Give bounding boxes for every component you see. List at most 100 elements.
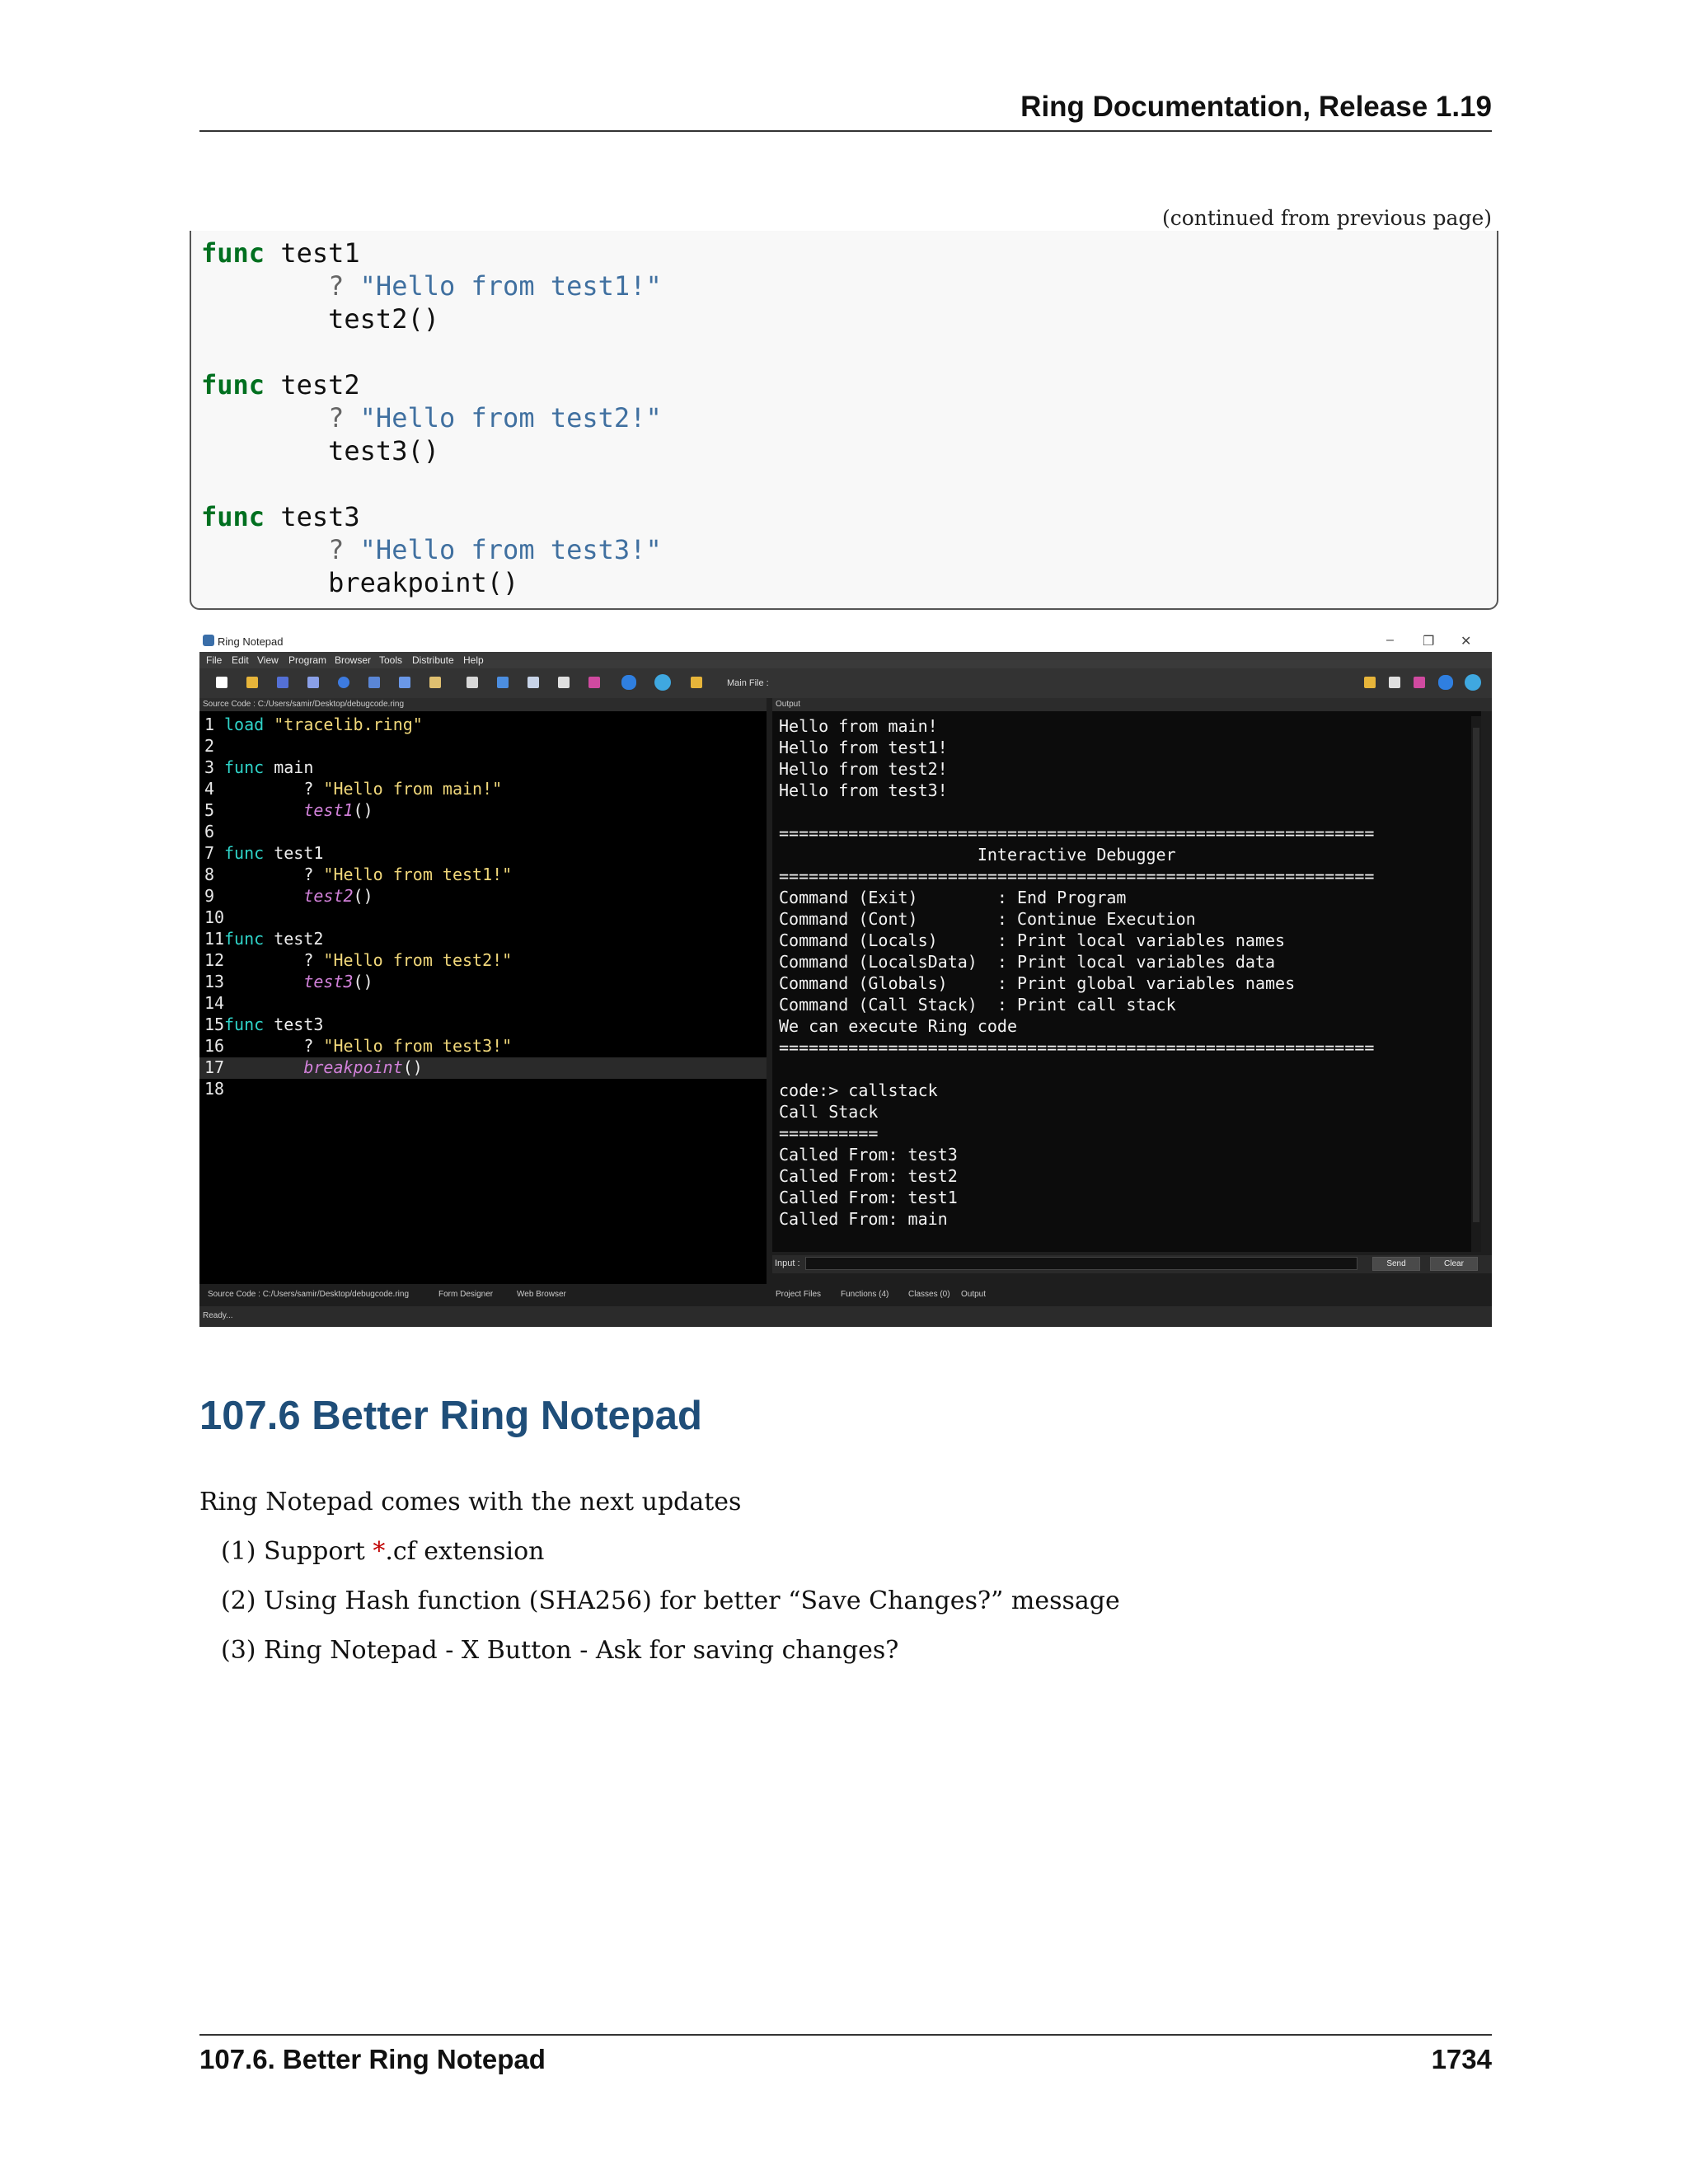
open-main-icon[interactable] bbox=[1364, 677, 1376, 688]
menu-item-view[interactable]: View bbox=[257, 654, 279, 666]
window-icon[interactable] bbox=[558, 677, 570, 688]
editor-line[interactable]: 9 test2() bbox=[199, 886, 767, 907]
editor-line[interactable]: 11 func test2 bbox=[199, 929, 767, 950]
editor-line[interactable]: 16 ? "Hello from test3!" bbox=[199, 1036, 767, 1057]
copy-icon[interactable] bbox=[399, 677, 410, 688]
editor-line[interactable]: 17 breakpoint() bbox=[199, 1057, 767, 1079]
output-line: ========== bbox=[779, 1123, 879, 1143]
menu-item-program[interactable]: Program bbox=[288, 654, 326, 666]
editor-line[interactable]: 4 ? "Hello from main!" bbox=[199, 779, 767, 800]
window-main-icon[interactable] bbox=[1389, 677, 1400, 688]
code-editor[interactable]: 1 load "tracelib.ring" 2 3 func main 4 ? "Hel… bbox=[199, 711, 767, 1284]
line-text: breakpoint() bbox=[224, 1057, 423, 1077]
font-icon[interactable] bbox=[467, 677, 478, 688]
code-token: () bbox=[402, 1057, 423, 1077]
code-token: func bbox=[201, 501, 265, 532]
line-number: 9 bbox=[204, 886, 215, 906]
run-main-icon[interactable] bbox=[1438, 675, 1453, 690]
debug-input-field[interactable] bbox=[805, 1257, 1357, 1270]
tab-right[interactable]: Functions (4) bbox=[841, 1290, 889, 1299]
editor-line[interactable]: 10 bbox=[199, 907, 767, 929]
editor-line[interactable]: 2 bbox=[199, 736, 767, 757]
save-as-icon[interactable] bbox=[307, 677, 319, 688]
editor-line[interactable]: 12 ? "Hello from test2!" bbox=[199, 950, 767, 972]
clear-button[interactable]: Clear bbox=[1430, 1257, 1478, 1271]
menu-item-edit[interactable]: Edit bbox=[232, 654, 249, 666]
save-icon[interactable] bbox=[277, 677, 288, 688]
editor-line[interactable]: 6 bbox=[199, 822, 767, 843]
editor-line[interactable]: 5 test1() bbox=[199, 800, 767, 822]
line-number: 10 bbox=[204, 907, 225, 927]
editor-line[interactable]: 3 func main bbox=[199, 757, 767, 779]
scrollbar-thumb[interactable] bbox=[1473, 728, 1479, 1222]
debug-main-icon[interactable] bbox=[1414, 677, 1425, 688]
paste-icon[interactable] bbox=[429, 677, 441, 688]
globe-main-icon[interactable] bbox=[1465, 674, 1481, 691]
editor-line[interactable]: 8 ? "Hello from test1!" bbox=[199, 865, 767, 886]
run-icon[interactable] bbox=[621, 675, 636, 690]
code-token: test2() bbox=[201, 303, 439, 335]
footer-rule bbox=[199, 2034, 1492, 2036]
output-line: Called From: test1 bbox=[779, 1188, 958, 1207]
code-token: test1 bbox=[265, 237, 360, 269]
undo-icon[interactable] bbox=[338, 677, 349, 688]
send-button[interactable]: Send bbox=[1372, 1257, 1420, 1271]
output-scrollbar[interactable] bbox=[1471, 716, 1481, 1252]
code-block: func test1 ? "Hello from test1!" test2()… bbox=[190, 231, 1498, 610]
menu-item-tools[interactable]: Tools bbox=[379, 654, 402, 666]
code-token: func bbox=[201, 237, 265, 269]
tab-left[interactable]: Web Browser bbox=[517, 1290, 566, 1299]
color-icon[interactable] bbox=[497, 677, 509, 688]
status-bar: Ready... bbox=[199, 1306, 1492, 1327]
output-line: Hello from test3! bbox=[779, 780, 948, 800]
menu-item-distribute[interactable]: Distribute bbox=[412, 654, 454, 666]
tab-right[interactable]: Classes (0) bbox=[908, 1290, 950, 1299]
editor-line[interactable]: 18 bbox=[199, 1079, 767, 1100]
line-number: 12 bbox=[204, 950, 225, 970]
tab-right[interactable]: Output bbox=[961, 1290, 986, 1299]
editor-line[interactable]: 1 load "tracelib.ring" bbox=[199, 715, 767, 736]
list-number: (3) bbox=[221, 1636, 265, 1665]
menu-item-file[interactable]: File bbox=[206, 654, 222, 666]
line-number: 3 bbox=[204, 757, 215, 777]
tab-left[interactable]: Source Code : C:/Users/samir/Desktop/deb… bbox=[208, 1290, 409, 1299]
code-token: () bbox=[353, 800, 373, 820]
restore-icon[interactable]: ❐ bbox=[1423, 633, 1434, 649]
code-token: func bbox=[224, 1015, 265, 1034]
new-file-icon[interactable] bbox=[216, 677, 227, 688]
output-panel-header: Output bbox=[772, 698, 1492, 711]
line-text: test2() bbox=[224, 886, 373, 906]
editor-line[interactable]: 15 func test3 bbox=[199, 1015, 767, 1036]
globe-icon[interactable] bbox=[654, 674, 671, 691]
print-icon[interactable] bbox=[528, 677, 539, 688]
tab-right[interactable]: Project Files bbox=[776, 1290, 821, 1299]
code-line: test2() bbox=[201, 303, 439, 336]
output-line: Called From: test2 bbox=[779, 1166, 958, 1186]
line-text: test1() bbox=[224, 800, 373, 820]
code-line: test3() bbox=[201, 435, 439, 468]
debug-icon[interactable] bbox=[588, 677, 600, 688]
open-folder-icon[interactable] bbox=[246, 677, 258, 688]
output-line: Called From: test3 bbox=[779, 1145, 958, 1165]
tab-left[interactable]: Form Designer bbox=[438, 1290, 493, 1299]
code-token: ? bbox=[224, 950, 324, 970]
line-number: 1 bbox=[204, 715, 215, 734]
folder-icon[interactable] bbox=[691, 677, 702, 688]
code-token: breakpoint bbox=[303, 1057, 403, 1077]
continued-note: (continued from previous page) bbox=[1161, 206, 1492, 230]
input-row: Input : Send Clear bbox=[772, 1255, 1492, 1273]
source-panel-title: Source Code : C:/Users/samir/Desktop/deb… bbox=[203, 700, 405, 709]
editor-line[interactable]: 13 test3() bbox=[199, 972, 767, 993]
line-text: ? "Hello from test2!" bbox=[224, 950, 512, 970]
menu-item-help[interactable]: Help bbox=[463, 654, 484, 666]
editor-line[interactable]: 7 func test1 bbox=[199, 843, 767, 865]
menu-item-browser[interactable]: Browser bbox=[335, 654, 371, 666]
cut-icon[interactable] bbox=[368, 677, 380, 688]
minimize-icon[interactable]: – bbox=[1386, 633, 1394, 648]
code-line: ? "Hello from test2!" bbox=[201, 402, 662, 435]
close-icon[interactable]: ✕ bbox=[1461, 633, 1471, 649]
editor-line[interactable]: 14 bbox=[199, 993, 767, 1015]
